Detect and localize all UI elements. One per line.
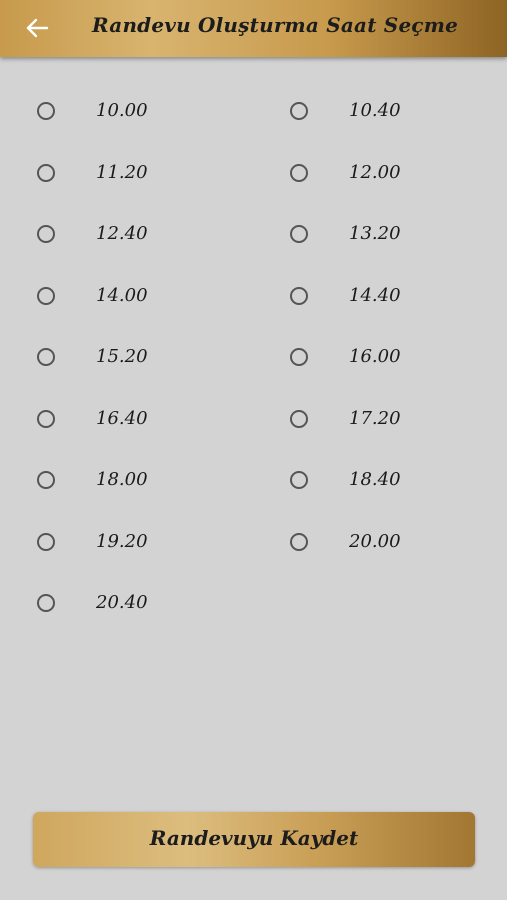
time-slot-option[interactable]: 11.20 xyxy=(37,162,257,192)
radio-button[interactable] xyxy=(290,532,308,551)
time-slot-label: 18.00 xyxy=(96,469,148,490)
radio-button[interactable] xyxy=(290,471,308,489)
time-slot-label: 14.40 xyxy=(349,284,401,306)
radio-button[interactable] xyxy=(290,286,308,305)
radio-button[interactable] xyxy=(290,409,308,428)
time-slot-option[interactable]: 13.20 xyxy=(290,223,507,253)
radio-button[interactable] xyxy=(37,594,55,612)
time-slot-label: 19.20 xyxy=(96,530,148,552)
time-slot-option[interactable]: 19.20 xyxy=(37,531,257,561)
time-slot-label: 15.20 xyxy=(96,346,148,367)
radio-button[interactable] xyxy=(290,163,308,182)
time-slot-option[interactable]: 16.00 xyxy=(290,346,507,376)
radio-button[interactable] xyxy=(290,102,308,120)
time-slot-option[interactable]: 12.40 xyxy=(37,223,257,253)
time-slot-option[interactable]: 18.00 xyxy=(37,469,257,499)
time-slot-option[interactable]: 14.00 xyxy=(37,285,257,315)
time-slot-option[interactable]: 20.00 xyxy=(290,531,507,561)
save-appointment-label: Randevuyu Kaydet xyxy=(149,826,359,850)
radio-button[interactable] xyxy=(37,286,55,305)
time-slot-label: 20.40 xyxy=(96,592,148,613)
time-slot-label: 13.20 xyxy=(349,223,401,244)
time-slot-option[interactable]: 15.20 xyxy=(37,346,257,376)
time-slot-label: 12.40 xyxy=(96,223,148,244)
back-button[interactable] xyxy=(22,14,52,42)
time-slot-label: 14.00 xyxy=(96,284,148,306)
time-slot-option[interactable]: 10.00 xyxy=(37,100,257,130)
time-slot-label: 16.40 xyxy=(96,407,148,429)
time-slot-label: 17.20 xyxy=(349,407,401,429)
radio-button[interactable] xyxy=(37,163,55,182)
time-slot-label: 16.00 xyxy=(349,346,401,367)
page-title: Randevu Oluşturma Saat Seçme xyxy=(92,13,459,37)
radio-button[interactable] xyxy=(37,102,55,120)
time-slot-option[interactable]: 20.40 xyxy=(37,592,257,622)
app-header: Randevu Oluşturma Saat Seçme xyxy=(0,0,507,57)
radio-button[interactable] xyxy=(37,471,55,489)
radio-button[interactable] xyxy=(37,409,55,428)
time-slot-option[interactable]: 18.40 xyxy=(290,469,507,499)
time-slot-option[interactable]: 12.00 xyxy=(290,162,507,192)
time-slot-label: 11.20 xyxy=(96,161,148,183)
time-slot-label: 12.00 xyxy=(349,161,401,183)
time-slot-label: 20.00 xyxy=(349,530,401,552)
time-slot-label: 10.40 xyxy=(349,100,401,121)
time-slot-option[interactable]: 14.40 xyxy=(290,285,507,315)
radio-button[interactable] xyxy=(290,225,308,243)
time-slot-option[interactable]: 16.40 xyxy=(37,408,257,438)
time-slot-label: 18.40 xyxy=(349,469,401,490)
app-screen: Randevu Oluşturma Saat Seçme 10.00 10.40 1… xyxy=(0,0,507,900)
time-slot-label: 10.00 xyxy=(96,100,148,121)
arrow-left-icon xyxy=(22,14,52,42)
radio-button[interactable] xyxy=(37,225,55,243)
save-appointment-button[interactable]: Randevuyu Kaydet xyxy=(33,812,475,867)
radio-button[interactable] xyxy=(37,532,55,551)
time-slot-option[interactable]: 10.40 xyxy=(290,100,507,130)
time-slot-option[interactable]: 17.20 xyxy=(290,408,507,438)
radio-button[interactable] xyxy=(37,348,55,366)
radio-button[interactable] xyxy=(290,348,308,366)
